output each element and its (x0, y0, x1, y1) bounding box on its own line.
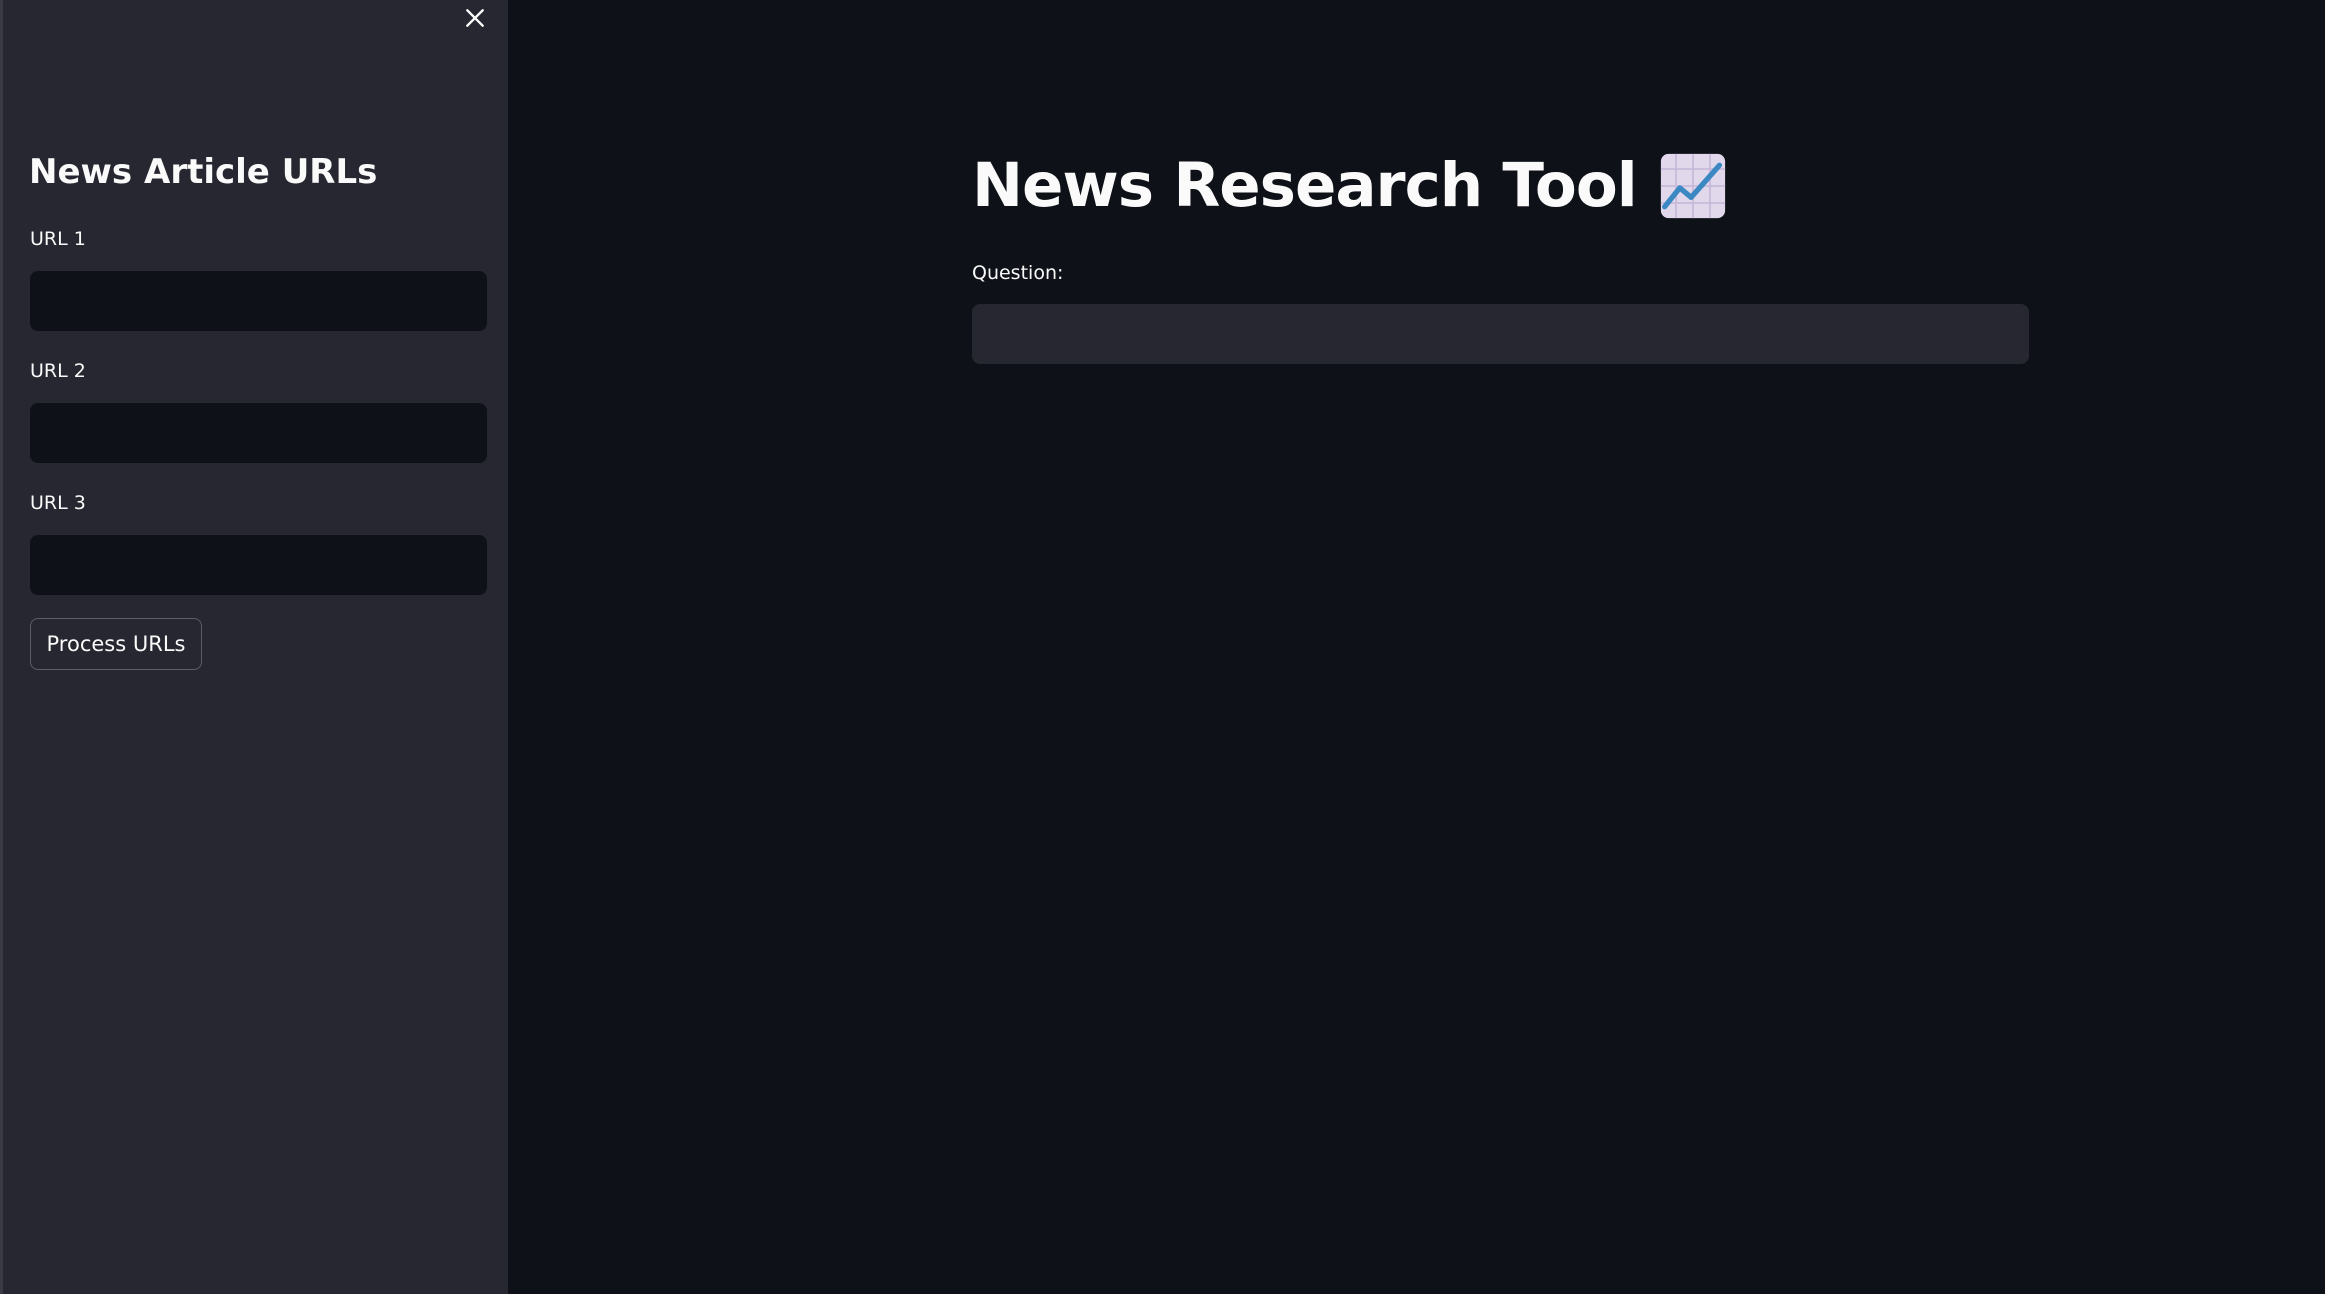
url-2-input[interactable] (30, 403, 487, 463)
url-1-label: URL 1 (30, 228, 86, 250)
sidebar: News Article URLs URL 1 URL 2 URL 3 Proc… (0, 0, 508, 1294)
close-icon (466, 9, 484, 27)
app-root: News Article URLs URL 1 URL 2 URL 3 Proc… (0, 0, 2325, 1294)
url-3-input[interactable] (30, 535, 487, 595)
page-title: News Research Tool (972, 150, 1638, 221)
question-input[interactable] (972, 304, 2029, 364)
question-label: Question: (972, 262, 1064, 284)
chart-increasing-icon (1660, 153, 1725, 218)
page-header: News Research Tool (972, 150, 1727, 221)
url-1-input[interactable] (30, 271, 487, 331)
sidebar-title: News Article URLs (29, 152, 378, 192)
url-3-label: URL 3 (30, 492, 86, 514)
url-2-label: URL 2 (30, 360, 86, 382)
process-urls-button[interactable]: Process URLs (30, 618, 202, 670)
close-sidebar-button[interactable] (459, 2, 491, 34)
